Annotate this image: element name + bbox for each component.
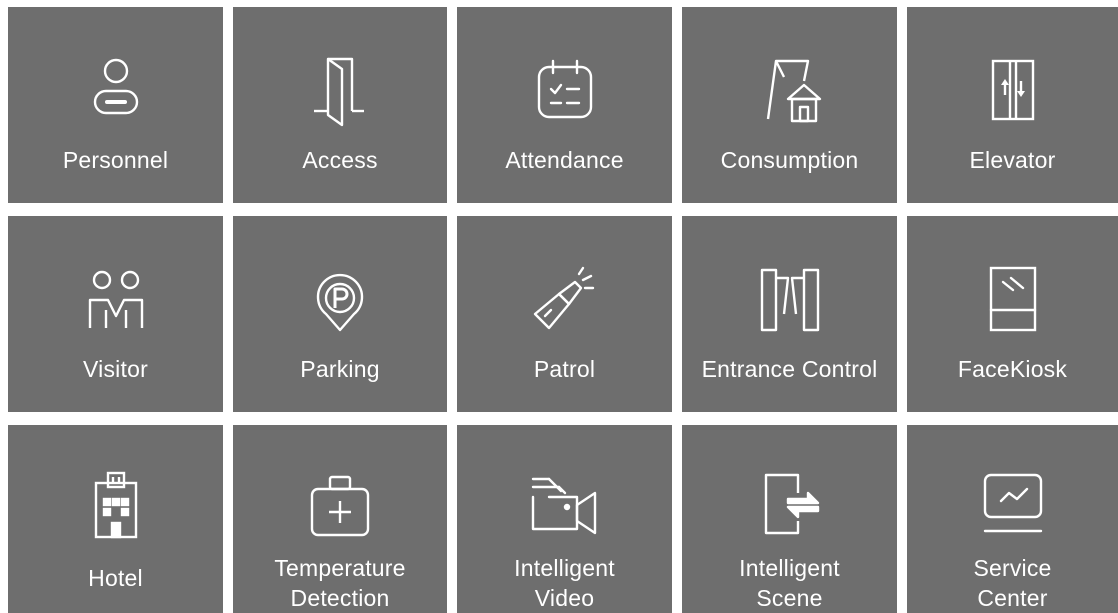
tile-label: Temperature Detection (274, 555, 406, 611)
tile-label: Hotel (88, 565, 143, 591)
calendar-check-icon (525, 51, 605, 131)
tile-patrol[interactable]: Patrol (457, 216, 672, 412)
tile-access[interactable]: Access (233, 7, 447, 203)
parking-icon (300, 260, 380, 340)
tile-label: Parking (300, 356, 380, 382)
tile-service-center[interactable]: Service Center (907, 425, 1118, 613)
tile-temperature-detection[interactable]: Temperature Detection (233, 425, 447, 613)
shop-icon (750, 51, 830, 131)
tile-label: Intelligent Video (514, 555, 615, 611)
video-camera-icon (525, 465, 605, 545)
tile-label: Service Center (973, 555, 1052, 611)
door-icon (300, 51, 380, 131)
monitor-chart-icon (973, 465, 1053, 545)
tile-hotel[interactable]: Hotel (8, 425, 223, 613)
tile-personnel[interactable]: Personnel (8, 7, 223, 203)
tile-label: Access (302, 147, 378, 173)
tile-label: Consumption (720, 147, 859, 173)
flashlight-icon (525, 260, 605, 340)
elevator-icon (973, 51, 1053, 131)
tile-label: Visitor (83, 356, 148, 382)
tile-visitor[interactable]: Visitor (8, 216, 223, 412)
turnstile-icon (750, 260, 830, 340)
tile-label: Personnel (62, 147, 169, 173)
tile-facekiosk[interactable]: FaceKiosk (907, 216, 1118, 412)
tile-consumption[interactable]: Consumption (682, 7, 897, 203)
tile-attendance[interactable]: Attendance (457, 7, 672, 203)
tile-intelligent-scene[interactable]: Intelligent Scene (682, 425, 897, 613)
kiosk-icon (973, 260, 1053, 340)
tile-label: FaceKiosk (957, 356, 1068, 382)
tile-entrance-control[interactable]: Entrance Control (682, 216, 897, 412)
tile-label: Entrance Control (701, 356, 878, 382)
tile-label: Patrol (533, 356, 596, 382)
tile-label: Attendance (505, 147, 624, 173)
tile-parking[interactable]: Parking (233, 216, 447, 412)
medical-kit-icon (300, 465, 380, 545)
hotel-icon (76, 465, 156, 545)
tile-intelligent-video[interactable]: Intelligent Video (457, 425, 672, 613)
scene-switch-icon (750, 465, 830, 545)
tile-label: Elevator (969, 147, 1056, 173)
visitor-icon (76, 260, 156, 340)
module-grid: Personnel Access Attendance Consumption … (0, 0, 1118, 613)
person-icon (76, 51, 156, 131)
tile-label: Intelligent Scene (739, 555, 840, 611)
tile-elevator[interactable]: Elevator (907, 7, 1118, 203)
